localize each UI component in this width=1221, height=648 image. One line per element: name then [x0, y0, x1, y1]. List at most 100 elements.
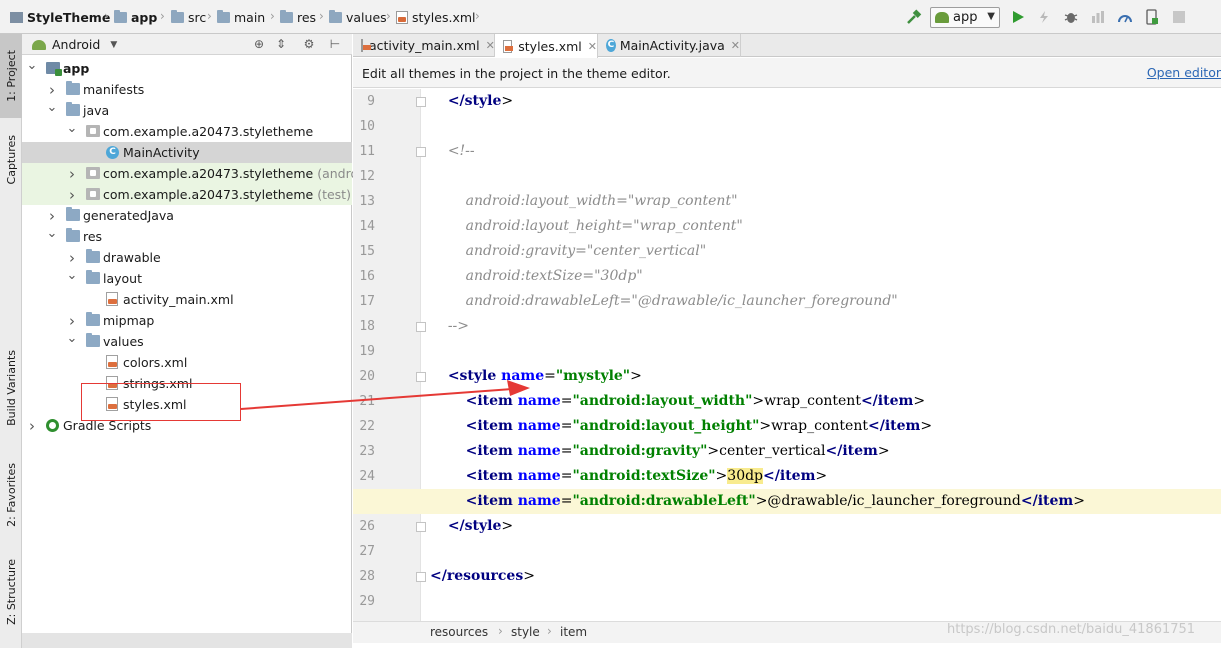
hammer-icon[interactable]	[905, 8, 923, 26]
code-token: </item	[867, 418, 921, 434]
code-token: =	[560, 418, 573, 434]
tree-item-app[interactable]: ⌄ app	[22, 58, 352, 79]
code-line[interactable]: <style name="mystyle">	[353, 364, 1221, 389]
chevron-down-icon[interactable]: ⌄	[26, 59, 38, 75]
chevron-right-icon[interactable]: ›	[66, 250, 78, 265]
collapse-icon[interactable]: ⇕	[274, 37, 288, 51]
stop-icon[interactable]	[1170, 8, 1188, 26]
code-line[interactable]: </resources>	[353, 564, 1221, 589]
tab-favorites[interactable]: 2: Favorites	[0, 454, 22, 536]
debug-icon[interactable]	[1062, 8, 1080, 26]
hide-icon[interactable]: ⊢	[328, 37, 342, 51]
code-token: >	[715, 468, 728, 484]
breadcrumb-resources[interactable]: resources	[430, 625, 488, 639]
code-text: </style>	[430, 518, 513, 534]
chevron-right-icon[interactable]: ›	[46, 82, 58, 97]
code-line[interactable]: <item name="android:layout_width">wrap_c…	[353, 389, 1221, 414]
tab-build-variants[interactable]: Build Variants	[0, 342, 22, 434]
breadcrumb-item[interactable]: item	[560, 625, 587, 639]
breadcrumb-app[interactable]: app	[114, 9, 157, 26]
chevron-down-icon[interactable]: ⌄	[46, 101, 58, 117]
chevron-right-icon[interactable]: ›	[46, 208, 58, 223]
tree-item-com-example-a20473-styletheme[interactable]: ⌄ com.example.a20473.styletheme	[22, 121, 352, 142]
code-line[interactable]: android:gravity="center_vertical"	[353, 239, 1221, 264]
tree-item-mipmap[interactable]: › mipmap	[22, 310, 352, 331]
avd-manager-icon[interactable]	[1143, 8, 1161, 26]
breadcrumb-res[interactable]: res	[280, 9, 316, 26]
profile-icon[interactable]	[1089, 8, 1107, 26]
code-line[interactable]: <!--	[353, 139, 1221, 164]
project-view-selector[interactable]: Android ▼	[32, 37, 117, 52]
code-line[interactable]	[353, 589, 1221, 614]
chevron-down-icon[interactable]: ⌄	[66, 269, 78, 285]
code-line[interactable]	[353, 114, 1221, 139]
code-line[interactable]: <item name="android:gravity">center_vert…	[353, 439, 1221, 464]
chevron-down-icon[interactable]: ⌄	[46, 227, 58, 243]
code-line[interactable]	[353, 339, 1221, 364]
breadcrumb-src[interactable]: src	[171, 9, 206, 26]
tree-item-com-example-a20473-styletheme[interactable]: › com.example.a20473.styletheme (test)	[22, 184, 352, 205]
code-token: name	[517, 418, 561, 434]
code-line[interactable]: </style>	[353, 89, 1221, 114]
chevron-down-icon[interactable]: ⌄	[66, 122, 78, 138]
tab-activity-main-xml[interactable]: activity_main.xml ✕	[353, 34, 495, 57]
apply-changes-icon[interactable]	[1035, 8, 1053, 26]
code-line[interactable]: android:layout_height="wrap_content"	[353, 214, 1221, 239]
code-editor[interactable]: 910111213141516171819202122232425◆262728…	[353, 89, 1221, 621]
tree-item-drawable[interactable]: › drawable	[22, 247, 352, 268]
tree-item-mainactivity[interactable]: C MainActivity	[22, 142, 352, 163]
code-line[interactable]: </style>	[353, 514, 1221, 539]
code-token: "android:textSize"	[572, 468, 716, 484]
close-icon[interactable]: ✕	[486, 39, 495, 52]
breadcrumb-styletheme[interactable]: StyleTheme	[10, 9, 110, 26]
code-token: >	[755, 493, 768, 509]
code-line[interactable]: -->	[353, 314, 1221, 339]
tree-item-label: res	[83, 229, 103, 244]
code-token: =	[560, 443, 573, 459]
chevron-right-icon[interactable]: ›	[26, 418, 38, 433]
xml-file-icon	[503, 39, 514, 53]
chevron-right-icon[interactable]: ›	[66, 187, 78, 202]
settings-icon[interactable]: ⚙	[302, 37, 316, 51]
chevron-right-icon[interactable]: ›	[66, 166, 78, 181]
open-editor-link[interactable]: Open editor	[1147, 65, 1221, 80]
code-line[interactable]: android:drawableLeft="@drawable/ic_launc…	[353, 289, 1221, 314]
tab-main-activity-java[interactable]: C MainActivity.java ✕	[598, 34, 741, 57]
code-line[interactable]: <item name="android:drawableLeft">@drawa…	[353, 489, 1221, 514]
tree-item-generatedjava[interactable]: › generatedJava	[22, 205, 352, 226]
tree-item-res[interactable]: ⌄ res	[22, 226, 352, 247]
tree-item-java[interactable]: ⌄ java	[22, 100, 352, 121]
close-icon[interactable]: ✕	[588, 40, 597, 53]
sync-icon[interactable]: ⊕	[252, 37, 266, 51]
code-line[interactable]	[353, 539, 1221, 564]
close-icon[interactable]: ✕	[731, 39, 740, 52]
horizontal-scrollbar[interactable]	[22, 633, 352, 648]
code-line[interactable]: android:textSize="30dp"	[353, 264, 1221, 289]
breadcrumb-values[interactable]: values	[329, 9, 387, 26]
tab-structure[interactable]: Z: Structure	[0, 550, 22, 634]
breadcrumb-styles-xml[interactable]: styles.xml	[396, 9, 476, 26]
attach-debugger-icon[interactable]	[1116, 8, 1134, 26]
tab-styles-xml[interactable]: styles.xml ✕	[495, 34, 598, 58]
code-token: =	[560, 468, 573, 484]
tree-item-values[interactable]: ⌄ values	[22, 331, 352, 352]
chevron-down-icon[interactable]: ⌄	[66, 332, 78, 348]
tree-item-activity-main-xml[interactable]: activity_main.xml	[22, 289, 352, 310]
breadcrumb-main[interactable]: main	[217, 9, 265, 26]
tree-item-com-example-a20473-styletheme[interactable]: ›com.example.a20473.styletheme(androidTe…	[22, 163, 399, 184]
run-configuration-select[interactable]: app ▼	[930, 7, 1000, 28]
code-line[interactable]: <item name="android:textSize">30dp</item…	[353, 464, 1221, 489]
folder-icon	[86, 312, 100, 326]
run-icon[interactable]	[1009, 8, 1027, 26]
tree-item-manifests[interactable]: › manifests	[22, 79, 352, 100]
breadcrumb-label: StyleTheme	[27, 10, 111, 25]
tab-project[interactable]: 1: Project	[0, 34, 22, 118]
breadcrumb-style[interactable]: style	[511, 625, 540, 639]
tree-item-colors-xml[interactable]: colors.xml	[22, 352, 352, 373]
tree-item-layout[interactable]: ⌄ layout	[22, 268, 352, 289]
code-line[interactable]	[353, 164, 1221, 189]
tab-captures[interactable]: Captures	[0, 126, 22, 194]
code-line[interactable]: <item name="android:layout_height">wrap_…	[353, 414, 1221, 439]
code-line[interactable]: android:layout_width="wrap_content"	[353, 189, 1221, 214]
chevron-right-icon[interactable]: ›	[66, 313, 78, 328]
